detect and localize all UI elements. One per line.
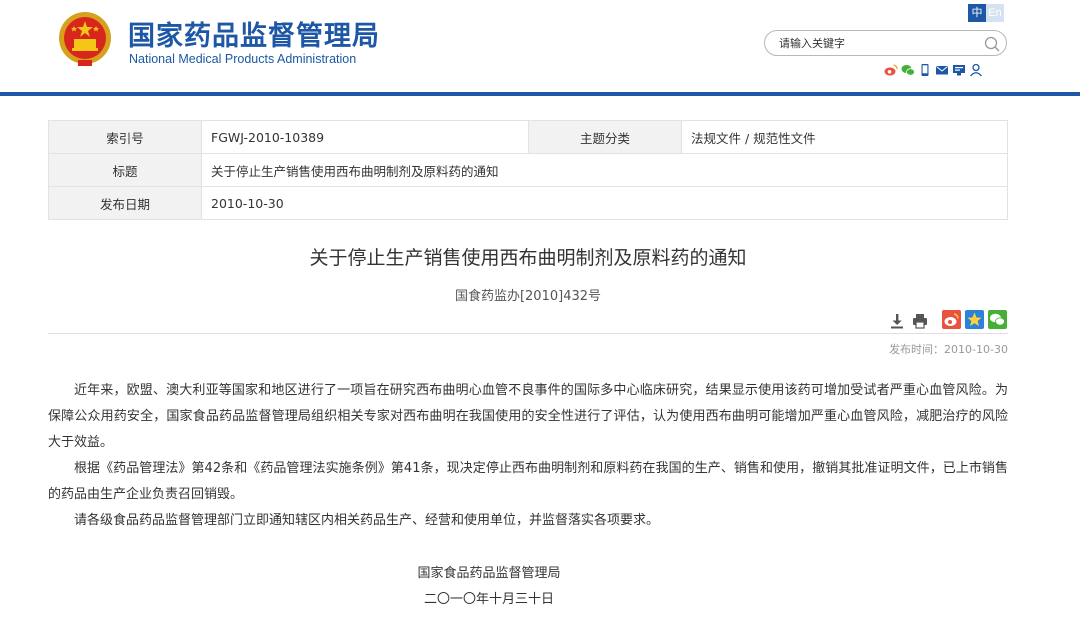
star-icon (967, 312, 982, 326)
site-header: 国家药品监督管理局 National Medical Products Admi… (0, 0, 1080, 92)
comment-icon[interactable] (952, 63, 966, 77)
national-emblem-icon[interactable] (56, 10, 114, 70)
signature-date: 二〇一〇年十月三十日 (423, 592, 554, 607)
lang-en-button[interactable]: En (986, 4, 1004, 22)
wechat-icon[interactable] (901, 63, 915, 77)
share-wechat-button[interactable] (988, 310, 1007, 329)
index-label: 索引号 (48, 120, 202, 154)
mail-icon[interactable] (935, 63, 949, 77)
site-title-cn[interactable]: 国家药品监督管理局 (128, 14, 380, 53)
title-label: 标题 (48, 153, 202, 187)
date-value: 2010-10-30 (201, 186, 1008, 220)
document-meta-table: 索引号 FGWJ-2010-10389 主题分类 法规文件 / 规范性文件 标题… (48, 120, 1008, 220)
document-number: 国食药监办[2010]432号 (454, 289, 602, 304)
publish-time: 发布时间：2010-10-30 (889, 343, 1008, 356)
title-value: 关于停止生产销售使用西布曲明制剂及原料药的通知 (201, 153, 1008, 187)
share-qzone-button[interactable] (965, 310, 984, 329)
date-label: 发布日期 (48, 186, 202, 220)
share-weibo-button[interactable] (942, 310, 961, 329)
download-icon[interactable] (889, 312, 905, 330)
paragraph: 近年来，欧盟、澳大利亚等国家和地区进行了一项旨在研究西布曲明心血管不良事件的国际… (48, 383, 1008, 450)
paragraph: 请各级食品药品监督管理部门立即通知辖区内相关药品生产、经营和使用单位，并监督落实… (74, 513, 660, 528)
paragraph: 根据《药品管理法》第42条和《药品管理法实施条例》第41条，现决定停止西布曲明制… (48, 461, 1008, 502)
site-title-en[interactable]: National Medical Products Administration (129, 52, 356, 66)
print-icon[interactable] (911, 312, 929, 330)
lang-cn-button[interactable]: 中 (968, 4, 986, 22)
table-row: 标题 关于停止生产销售使用西布曲明制剂及原料药的通知 (48, 153, 1008, 187)
category-label: 主题分类 (528, 120, 682, 154)
weibo-icon (944, 313, 959, 326)
table-row: 发布日期 2010-10-30 (48, 186, 1008, 220)
header-divider-bar (0, 92, 1080, 96)
search-icon[interactable] (983, 35, 1001, 53)
mobile-icon[interactable] (918, 63, 932, 77)
article-divider (48, 333, 1008, 334)
header-share-icons (884, 62, 983, 78)
article-title: 关于停止生产销售使用西布曲明制剂及原料药的通知 (309, 247, 747, 269)
user-icon[interactable] (969, 63, 983, 77)
search-box (764, 30, 1007, 56)
table-row: 索引号 FGWJ-2010-10389 主题分类 法规文件 / 规范性文件 (48, 120, 1008, 154)
index-value: FGWJ-2010-10389 (201, 120, 529, 154)
search-input[interactable] (779, 35, 979, 51)
category-value: 法规文件 / 规范性文件 (681, 120, 1008, 154)
signature-organization: 国家食品药品监督管理局 (417, 566, 561, 581)
weibo-icon[interactable] (884, 63, 898, 77)
wechat-icon (990, 313, 1005, 326)
article-body: 近年来，欧盟、澳大利亚等国家和地区进行了一项旨在研究西布曲明心血管不良事件的国际… (48, 378, 1008, 534)
